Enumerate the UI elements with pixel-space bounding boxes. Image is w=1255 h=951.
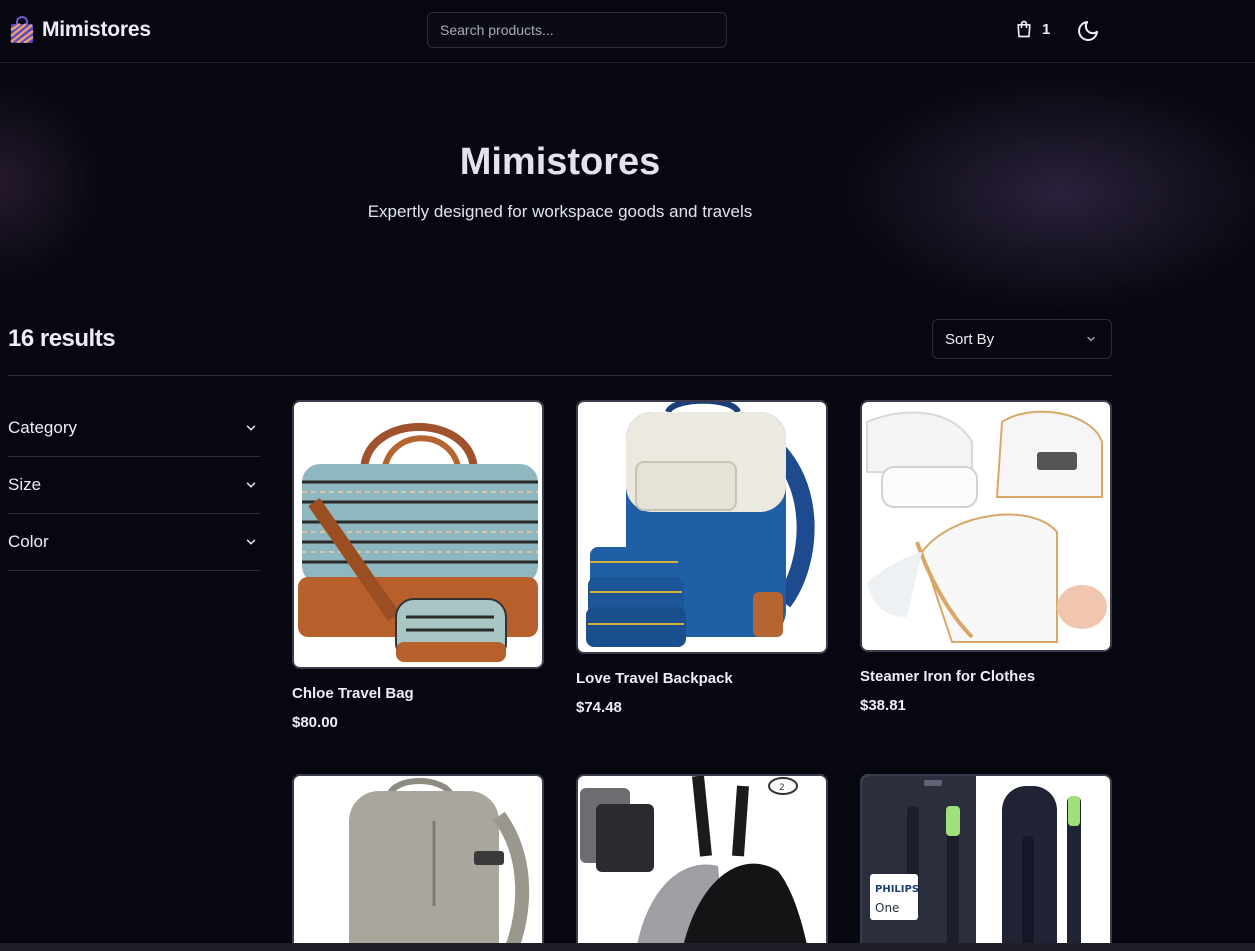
chevron-down-icon [246, 425, 256, 431]
product-image-backpack[interactable] [576, 400, 828, 654]
filter-sidebar: Category Size Color [8, 399, 260, 571]
filter-color[interactable]: Color [8, 514, 260, 571]
shopping-bag-logo-icon [10, 16, 34, 43]
filter-label: Color [8, 532, 49, 551]
product-name[interactable]: Love Travel Backpack [576, 670, 828, 687]
brand-text: PHILIPS [875, 884, 919, 895]
product-image-toothbrush[interactable]: PHILIPS One [860, 774, 1112, 951]
product-card[interactable] [292, 774, 544, 951]
shopping-bag-icon [1017, 20, 1031, 38]
product-card[interactable]: Love Travel Backpack $74.48 [576, 400, 828, 716]
hero-section: Mimistores Expertly designed for workspa… [0, 63, 1255, 313]
product-price: $80.00 [292, 714, 338, 731]
product-name[interactable]: Chloe Travel Bag [292, 685, 544, 702]
product-image-grey-backpack[interactable] [292, 774, 544, 951]
filter-category[interactable]: Category [8, 399, 260, 457]
results-count: 16 results [8, 325, 116, 352]
brand-name: Mimistores [42, 17, 151, 41]
chevron-down-icon [1087, 336, 1095, 342]
filter-size[interactable]: Size [8, 457, 260, 514]
chevron-down-icon [246, 539, 256, 545]
chevron-down-icon [246, 482, 256, 488]
product-name[interactable]: Steamer Iron for Clothes [860, 668, 1112, 685]
bottom-scroll-bar [0, 943, 1255, 951]
hero-title: Mimistores [459, 141, 661, 183]
cart-count: 1 [1042, 20, 1051, 38]
product-image-steamer-iron[interactable] [860, 400, 1112, 652]
hero-subtitle: Expertly designed for workspace goods an… [367, 202, 753, 221]
product-card[interactable]: 2 [576, 774, 828, 951]
search-input[interactable] [427, 12, 727, 48]
product-card[interactable]: PHILIPS One [860, 774, 1112, 951]
product-price: $38.81 [860, 697, 906, 714]
moon-icon[interactable] [1076, 19, 1100, 43]
divider [8, 375, 1112, 376]
model-text: One [875, 901, 899, 915]
brand-logo[interactable]: Mimistores [10, 16, 151, 43]
cart-button[interactable]: 1 [1014, 19, 1050, 39]
filter-label: Category [8, 417, 77, 437]
product-card[interactable]: Steamer Iron for Clothes $38.81 [860, 400, 1112, 714]
product-card[interactable]: Chloe Travel Bag $80.00 [292, 400, 544, 731]
top-navbar: Mimistores 1 [0, 0, 1255, 63]
quantity-badge: 2 [779, 783, 785, 793]
filter-label: Size [8, 475, 42, 494]
product-image-drawstring-bags[interactable]: 2 [576, 774, 828, 951]
sort-dropdown[interactable]: Sort By [932, 319, 1112, 359]
sort-label: Sort By [945, 330, 995, 348]
product-price: $74.48 [576, 699, 622, 716]
product-image-travel-bag[interactable] [292, 400, 544, 669]
